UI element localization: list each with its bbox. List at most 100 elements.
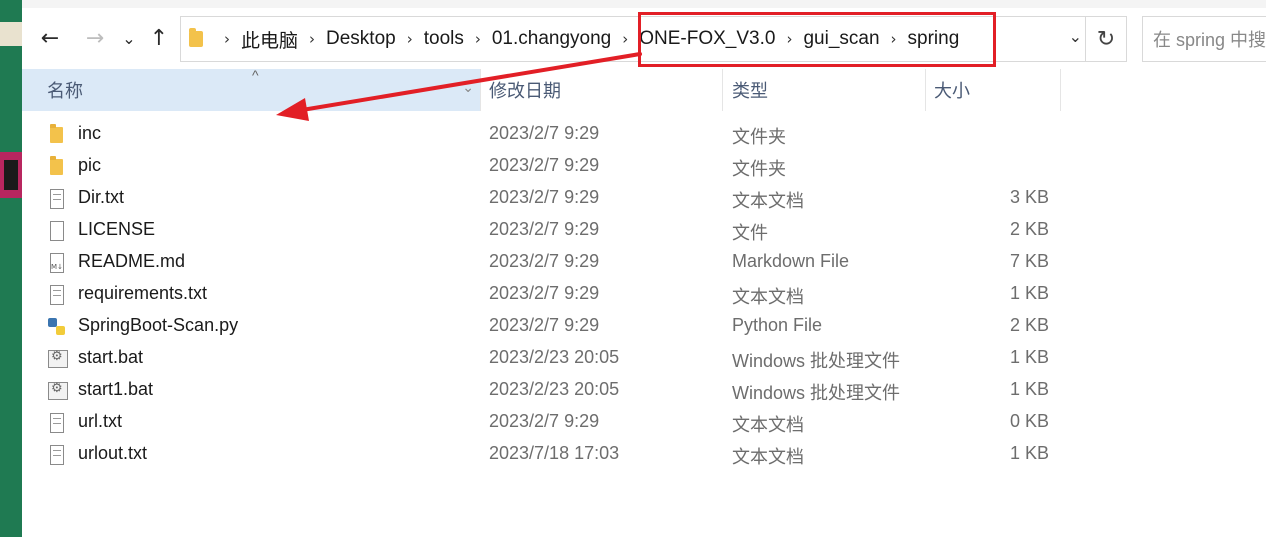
folder-icon <box>50 156 63 175</box>
breadcrumb-changyong[interactable]: 01.changyong <box>492 28 611 50</box>
file-date: 2023/2/23 20:05 <box>489 347 620 367</box>
file-name[interactable]: Dir.txt <box>78 187 124 208</box>
text-file-icon <box>50 413 64 433</box>
column-header-type[interactable]: 类型 <box>732 69 922 111</box>
breadcrumb-this-pc[interactable]: 此电脑 <box>241 26 298 53</box>
file-date: 2023/2/23 20:05 <box>489 379 620 399</box>
file-size: 1 KB <box>1009 283 1049 303</box>
file-size: 1 KB <box>1009 347 1049 367</box>
file-date: 2023/2/7 9:29 <box>489 219 600 239</box>
file-name[interactable]: start.bat <box>78 347 143 368</box>
chevron-right-icon[interactable]: › <box>224 30 230 48</box>
file-type: 文件 <box>732 223 768 243</box>
file-name[interactable]: LICENSE <box>78 219 155 240</box>
file-row[interactable]: M↓ README.md 2023/2/7 9:29 Markdown File 7 K… <box>22 247 1262 279</box>
address-dropdown-icon[interactable]: ⌄ <box>1069 27 1082 46</box>
navigation-bar: ← → ⌄ ↑ › 此电脑 › Desktop › tools › 01.cha… <box>22 8 1266 68</box>
back-icon[interactable]: ← <box>36 24 64 52</box>
file-row[interactable]: pic 2023/2/7 9:29 文件夹 <box>22 151 1262 183</box>
breadcrumb-desktop[interactable]: Desktop <box>326 28 396 50</box>
file-row[interactable]: inc 2023/2/7 9:29 文件夹 <box>22 119 1262 151</box>
file-name[interactable]: inc <box>78 123 101 144</box>
column-divider[interactable] <box>722 69 723 111</box>
column-header-type-label: 类型 <box>732 81 768 101</box>
file-row[interactable]: start.bat 2023/2/23 20:05 Windows 批处理文件 1 K… <box>22 343 1262 375</box>
column-divider[interactable] <box>480 69 481 111</box>
file-type: 文件夹 <box>732 127 786 147</box>
file-date: 2023/2/7 9:29 <box>489 251 600 271</box>
file-date: 2023/2/7 9:29 <box>489 155 600 175</box>
breadcrumb-tools[interactable]: tools <box>424 28 464 50</box>
file-size: 7 KB <box>1009 251 1049 271</box>
file-type: 文本文档 <box>732 191 804 211</box>
file-row[interactable]: SpringBoot-Scan.py 2023/2/7 9:29 Python Fi… <box>22 311 1262 343</box>
address-bar[interactable]: › 此电脑 › Desktop › tools › 01.changyong ›… <box>180 16 1127 62</box>
file-type: Windows 批处理文件 <box>732 383 901 403</box>
file-row[interactable]: url.txt 2023/2/7 9:29 文本文档 0 KB <box>22 407 1262 439</box>
column-header-date-label: 修改日期 <box>489 81 561 101</box>
batch-file-icon <box>48 349 68 368</box>
forward-icon[interactable]: → <box>82 24 108 52</box>
breadcrumb-one-fox[interactable]: ONE-FOX_V3.0 <box>639 28 775 50</box>
file-type: 文件夹 <box>732 159 786 179</box>
chevron-right-icon[interactable]: › <box>891 30 897 48</box>
chevron-right-icon[interactable]: › <box>475 30 481 48</box>
file-name[interactable]: requirements.txt <box>78 283 207 304</box>
file-size: 0 KB <box>1009 411 1049 431</box>
file-date: 2023/2/7 9:29 <box>489 187 600 207</box>
batch-file-icon <box>48 381 68 400</box>
folder-icon <box>50 124 63 143</box>
file-type: Markdown File <box>732 251 850 271</box>
column-header-name-label: 名称 <box>47 81 83 101</box>
file-type: 文本文档 <box>732 287 804 307</box>
sort-ascending-icon: ^ <box>252 67 259 83</box>
markdown-file-icon: M↓ <box>50 253 64 273</box>
desktop-app-icon-inner <box>4 160 18 190</box>
chevron-down-icon[interactable]: ⌄ <box>462 79 474 96</box>
column-header-size[interactable]: 大小 <box>934 69 1054 111</box>
python-file-icon <box>48 318 66 336</box>
file-name[interactable]: start1.bat <box>78 379 153 400</box>
file-size: 2 KB <box>1009 219 1049 239</box>
file-name[interactable]: url.txt <box>78 411 122 432</box>
chevron-right-icon[interactable]: › <box>407 30 413 48</box>
file-row[interactable]: requirements.txt 2023/2/7 9:29 文本文档 1 KB <box>22 279 1262 311</box>
file-type: Windows 批处理文件 <box>732 351 901 371</box>
column-divider[interactable] <box>925 69 926 111</box>
file-date: 2023/2/7 9:29 <box>489 315 600 335</box>
file-size: 1 KB <box>1009 443 1049 463</box>
refresh-icon[interactable]: ↻ <box>1085 17 1126 61</box>
up-icon[interactable]: ↑ <box>146 24 172 52</box>
chevron-right-icon[interactable]: › <box>309 30 315 48</box>
file-type: 文本文档 <box>732 415 804 435</box>
file-name[interactable]: SpringBoot-Scan.py <box>78 315 238 336</box>
chevron-right-icon[interactable]: › <box>622 30 628 48</box>
folder-icon <box>189 28 203 47</box>
file-type: 文本文档 <box>732 447 804 467</box>
file-row[interactable]: start1.bat 2023/2/23 20:05 Windows 批处理文件 1 … <box>22 375 1262 407</box>
file-name[interactable]: pic <box>78 155 101 176</box>
text-file-icon <box>50 189 64 209</box>
file-size: 2 KB <box>1009 315 1049 335</box>
column-header-name[interactable]: 名称 ^ ⌄ <box>22 67 480 111</box>
file-size: 3 KB <box>1009 187 1049 207</box>
desktop-background <box>0 0 22 537</box>
breadcrumb-spring[interactable]: spring <box>908 28 960 50</box>
column-header-date[interactable]: 修改日期 <box>489 69 719 111</box>
file-date: 2023/2/7 9:29 <box>489 123 600 143</box>
recent-locations-icon[interactable]: ⌄ <box>120 24 138 52</box>
column-divider[interactable] <box>1060 69 1061 111</box>
blank-file-icon <box>50 221 64 241</box>
chevron-right-icon[interactable]: › <box>786 30 792 48</box>
file-date: 2023/2/7 9:29 <box>489 411 600 431</box>
desktop-icon[interactable] <box>0 22 22 46</box>
file-row[interactable]: LICENSE 2023/2/7 9:29 文件 2 KB <box>22 215 1262 247</box>
file-date: 2023/7/18 17:03 <box>489 443 620 463</box>
file-row[interactable]: Dir.txt 2023/2/7 9:29 文本文档 3 KB <box>22 183 1262 215</box>
file-size: 1 KB <box>1009 379 1049 399</box>
file-name[interactable]: README.md <box>78 251 185 272</box>
file-name[interactable]: urlout.txt <box>78 443 147 464</box>
breadcrumb-gui-scan[interactable]: gui_scan <box>803 28 879 50</box>
search-input[interactable]: 在 spring 中搜 <box>1142 16 1266 62</box>
file-row[interactable]: urlout.txt 2023/7/18 17:03 文本文档 1 KB <box>22 439 1262 471</box>
